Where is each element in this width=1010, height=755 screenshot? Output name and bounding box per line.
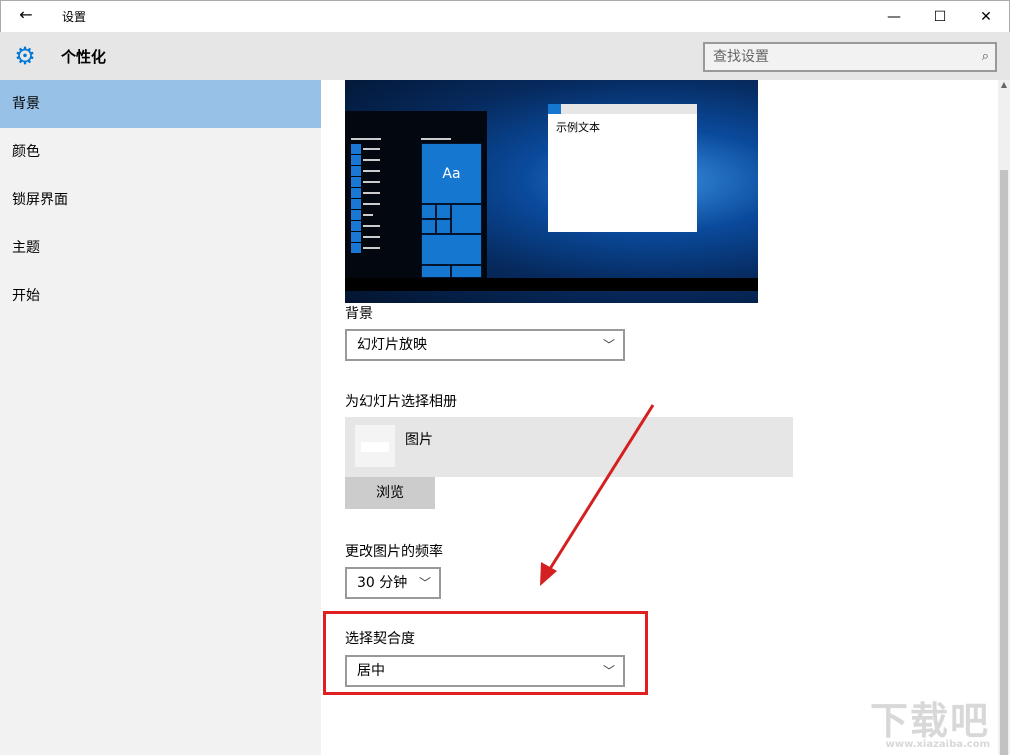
watermark-logo: 下载吧www.xiazaiba.com bbox=[870, 690, 990, 750]
annotation-arrow bbox=[0, 0, 1010, 755]
